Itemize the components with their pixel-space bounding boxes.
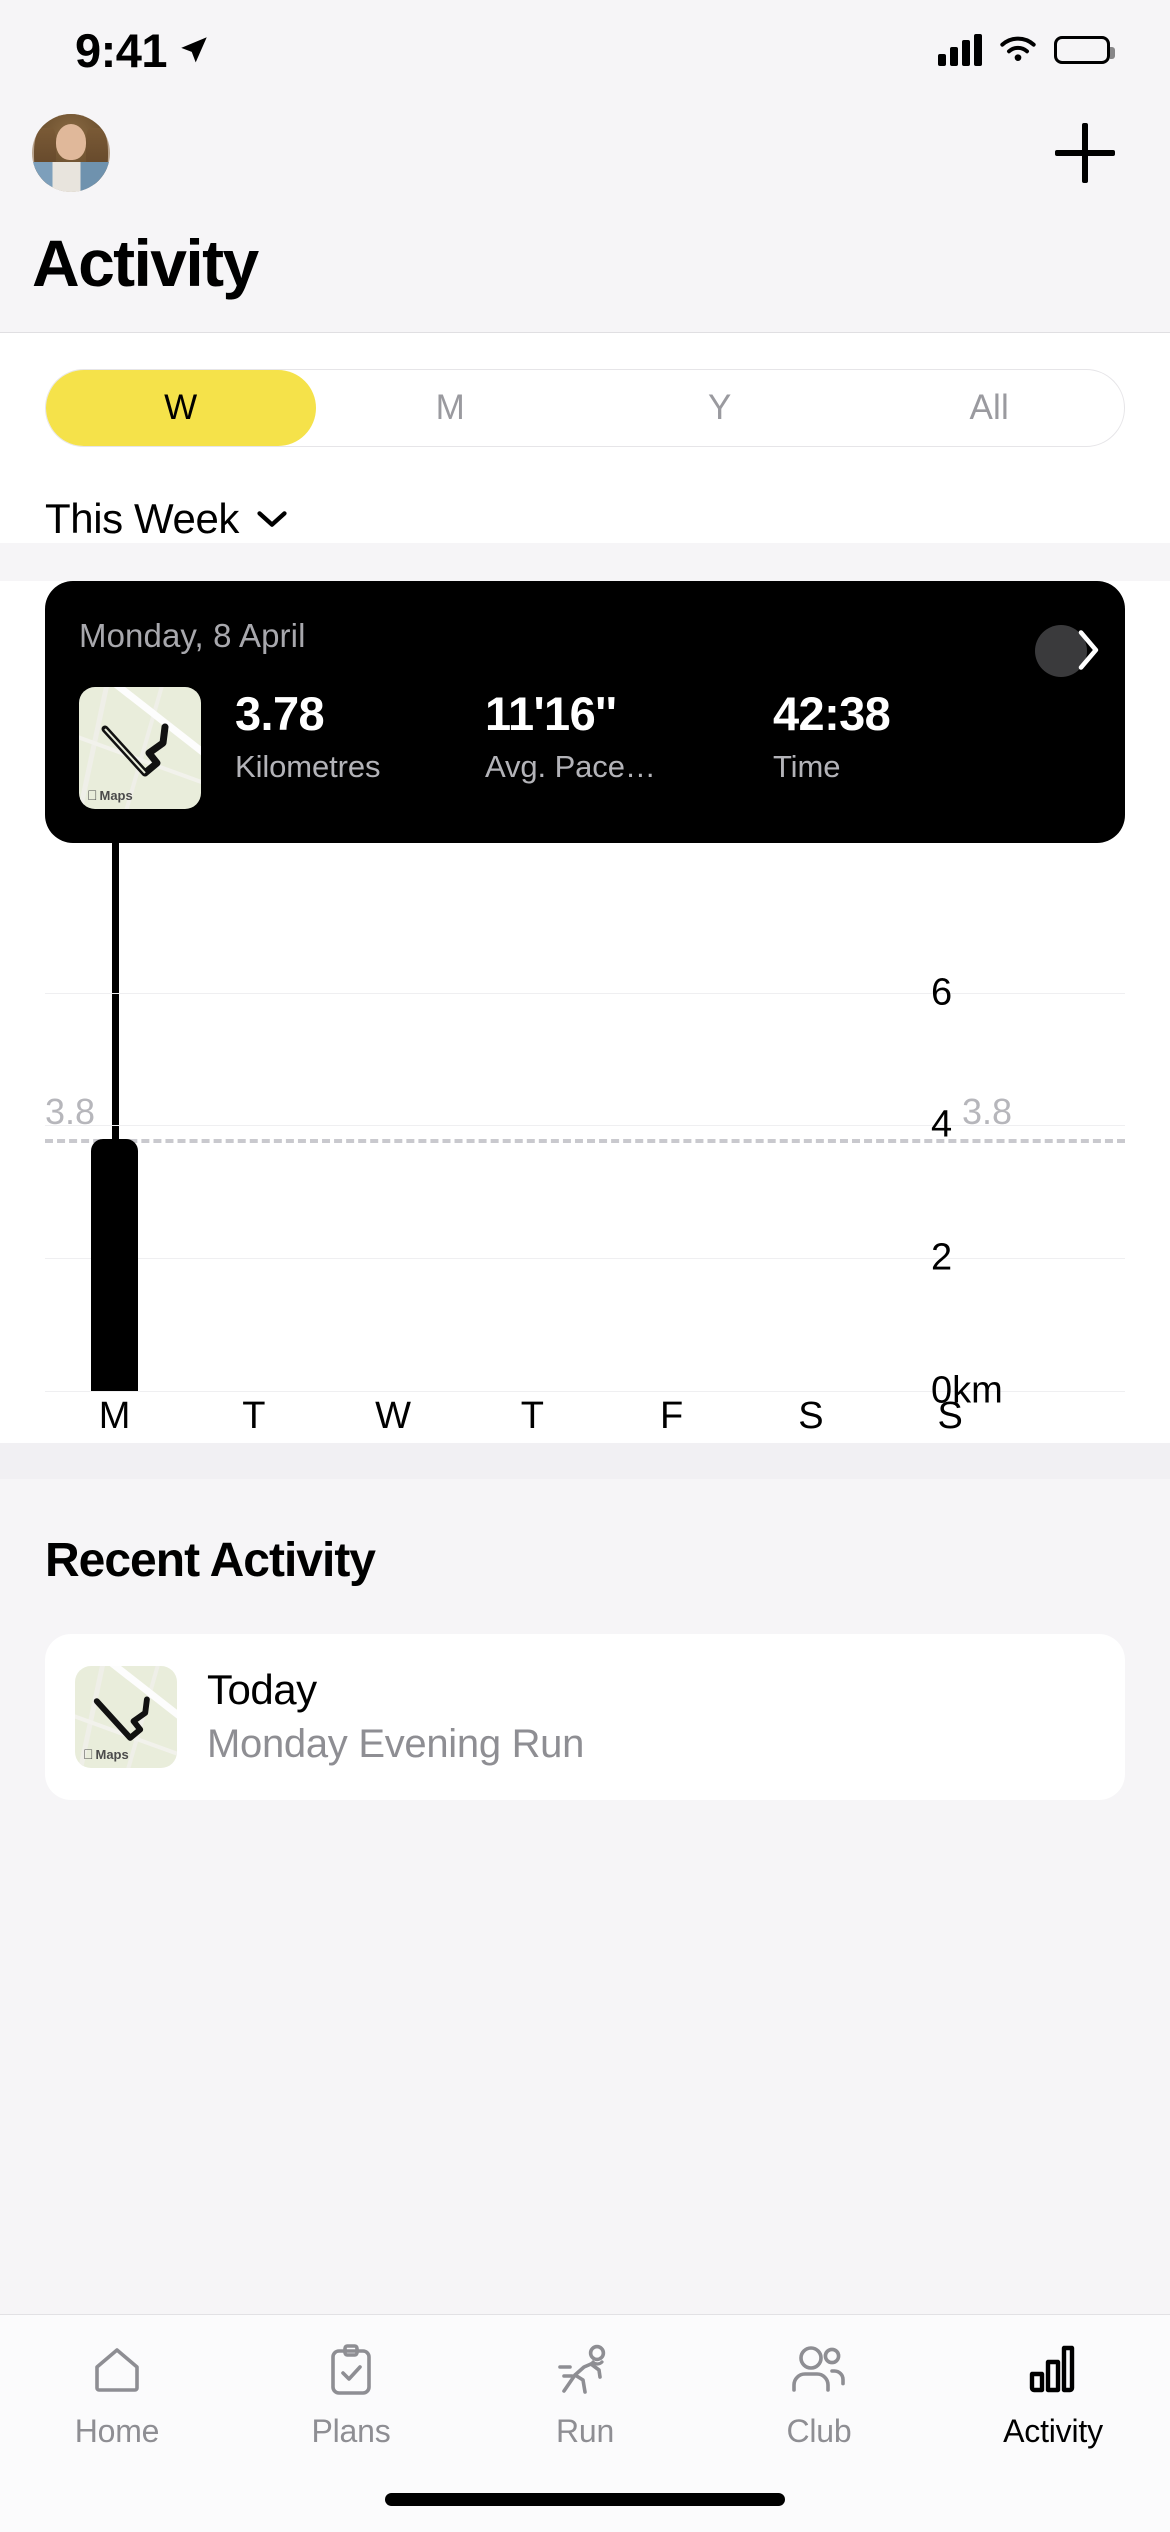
segment-all[interactable]: All [855,370,1125,446]
stat-distance-value: 3.78 [235,686,325,740]
chart-bar[interactable] [90,1138,138,1391]
chart-x-tick-label: M [98,1395,131,1438]
avatar[interactable] [32,113,110,192]
stat-pace: 11'16'' Avg. Pace… [485,687,773,785]
chart-average-label-left: 3.8 [45,1090,96,1132]
cellular-bars-icon [938,34,982,66]
section-divider [0,1442,1170,1479]
chart-x-tick-label: T [520,1395,545,1438]
chevron-right-icon [1078,629,1099,670]
wifi-icon [1000,36,1036,61]
clipboard-check-icon [325,2341,377,2399]
segment-y[interactable]: Y [585,370,855,446]
tab-plans-label: Plans [311,2413,391,2449]
chart-zone: Monday, 8 April Maps 3.78 Kilometres [0,580,1170,1443]
tab-club-label: Club [786,2413,852,2449]
chart-x-tick-label: W [375,1395,412,1438]
chart-x-tick-label: S [798,1395,824,1438]
chart-average-line [45,1138,1125,1143]
segment-w[interactable]: W [46,369,316,446]
tab-activity[interactable]: Activity [936,2341,1170,2450]
stat-time-value: 42:38 [773,686,891,740]
period-segmented-control-wrap: W M Y All [0,332,1170,447]
home-icon [89,2341,145,2399]
tab-home[interactable]: Home [0,2341,234,2450]
stat-time-label: Time [773,748,841,784]
list-item-title: Today [207,1666,317,1714]
stat-pace-label: Avg. Pace… [485,748,656,784]
period-segmented-control[interactable]: W M Y All [45,368,1125,447]
people-icon [789,2341,849,2399]
bar-chart-icon [1026,2341,1080,2399]
chart-plot-area: 0km 2 4 6 3.8 3.8 [45,971,1125,1411]
running-person-icon [556,2341,614,2399]
chart-y-tick-label: 2 [931,1236,953,1279]
summary-card-disclosure[interactable] [1035,624,1099,677]
stat-distance-label: Kilometres [235,748,381,784]
maps-watermark: Maps [83,1746,129,1762]
summary-stats-row: Maps 3.78 Kilometres 11'16'' Avg. Pace…… [79,686,1091,809]
stat-distance: 3.78 Kilometres [235,687,485,785]
chart-x-tick-label: T [242,1395,266,1438]
recent-activity-section: Recent Activity Maps Today Monday Eveni… [0,1478,1170,1800]
chart-x-axis: MTWTFSS [45,1391,1020,1443]
tab-home-label: Home [74,2413,160,2449]
tab-club[interactable]: Club [702,2341,936,2450]
chart-x-tick-label: S [937,1395,964,1438]
battery-full-icon [1054,36,1115,64]
chart-average-label-right: 3.8 [961,1090,1012,1132]
range-selector-label: This Week [45,494,240,542]
range-selector[interactable]: This Week [0,446,1170,543]
chevron-down-icon [257,510,287,527]
home-indicator [385,2493,785,2506]
tab-run[interactable]: Run [468,2341,702,2450]
list-item-text: Today Monday Evening Run [207,1666,584,1767]
weekly-distance-chart: 0km 2 4 6 3.8 3.8 MTWTFSS [45,842,1125,1443]
status-time: 9:41 [75,23,168,77]
summary-card[interactable]: Monday, 8 April Maps 3.78 Kilometres [45,580,1125,843]
status-bar-right [938,34,1115,66]
chart-x-tick-label: F [660,1395,684,1438]
list-item[interactable]: Maps Today Monday Evening Run [45,1633,1125,1800]
stat-time: 42:38 Time [773,687,1091,785]
stat-pace-value: 11'16'' [485,686,617,740]
list-item-subtitle: Monday Evening Run [207,1722,585,1767]
route-map-thumbnail: Maps [79,686,201,809]
status-bar: 9:41 [0,0,1170,100]
chart-y-tick-label: 6 [931,971,953,1014]
status-bar-left: 9:41 [75,23,211,78]
location-arrow-icon [181,37,207,63]
route-map-thumbnail: Maps [75,1665,177,1768]
page-header: Activity [0,100,1170,333]
tab-run-label: Run [555,2413,615,2449]
recent-activity-heading: Recent Activity [45,1533,376,1587]
tab-plans[interactable]: Plans [234,2341,468,2450]
add-activity-button[interactable] [1055,122,1115,183]
maps-watermark: Maps [87,787,133,803]
segment-m[interactable]: M [316,370,586,446]
tab-activity-label: Activity [1003,2413,1103,2449]
nav-row [0,100,1170,205]
summary-card-date: Monday, 8 April [79,616,306,654]
page-title: Activity [32,226,259,300]
